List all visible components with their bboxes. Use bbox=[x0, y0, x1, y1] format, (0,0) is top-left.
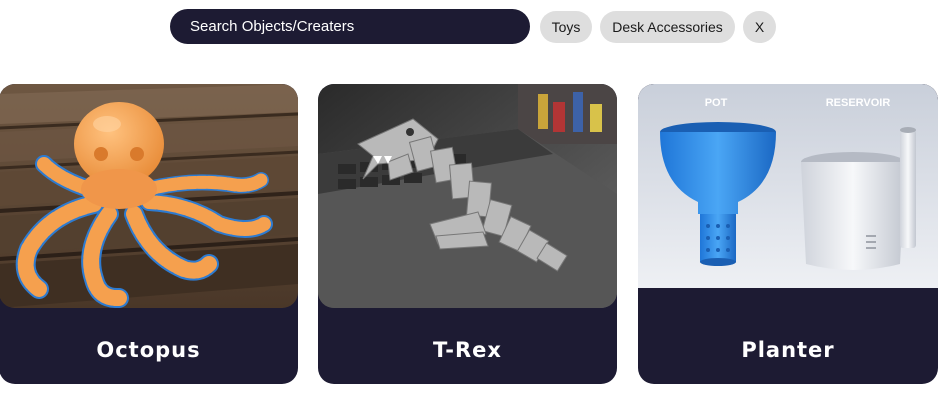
card-title: Octopus bbox=[96, 338, 201, 362]
card-grid: Octopus T-Rex POT RESERVOIR Planter bbox=[0, 84, 938, 384]
pot-label: POT bbox=[705, 97, 728, 109]
card-title: Planter bbox=[741, 338, 835, 362]
search-input[interactable] bbox=[190, 18, 530, 35]
filter-chip-toys[interactable]: Toys bbox=[540, 11, 592, 43]
card-planter[interactable]: POT RESERVOIR Planter bbox=[638, 84, 938, 384]
card-title: T-Rex bbox=[433, 338, 502, 362]
planter-photo: POT RESERVOIR bbox=[638, 84, 938, 308]
card-t-rex[interactable]: T-Rex bbox=[318, 84, 617, 384]
reservoir-label: RESERVOIR bbox=[826, 97, 891, 109]
filter-chip-desk-accessories[interactable]: Desk Accessories bbox=[600, 11, 735, 43]
clear-filters-button[interactable]: X bbox=[743, 11, 776, 43]
t-rex-photo bbox=[318, 84, 617, 308]
search-bar[interactable] bbox=[170, 9, 530, 44]
top-bar: Toys Desk Accessories X bbox=[0, 0, 938, 60]
card-octopus[interactable]: Octopus bbox=[0, 84, 298, 384]
octopus-photo bbox=[0, 84, 298, 308]
